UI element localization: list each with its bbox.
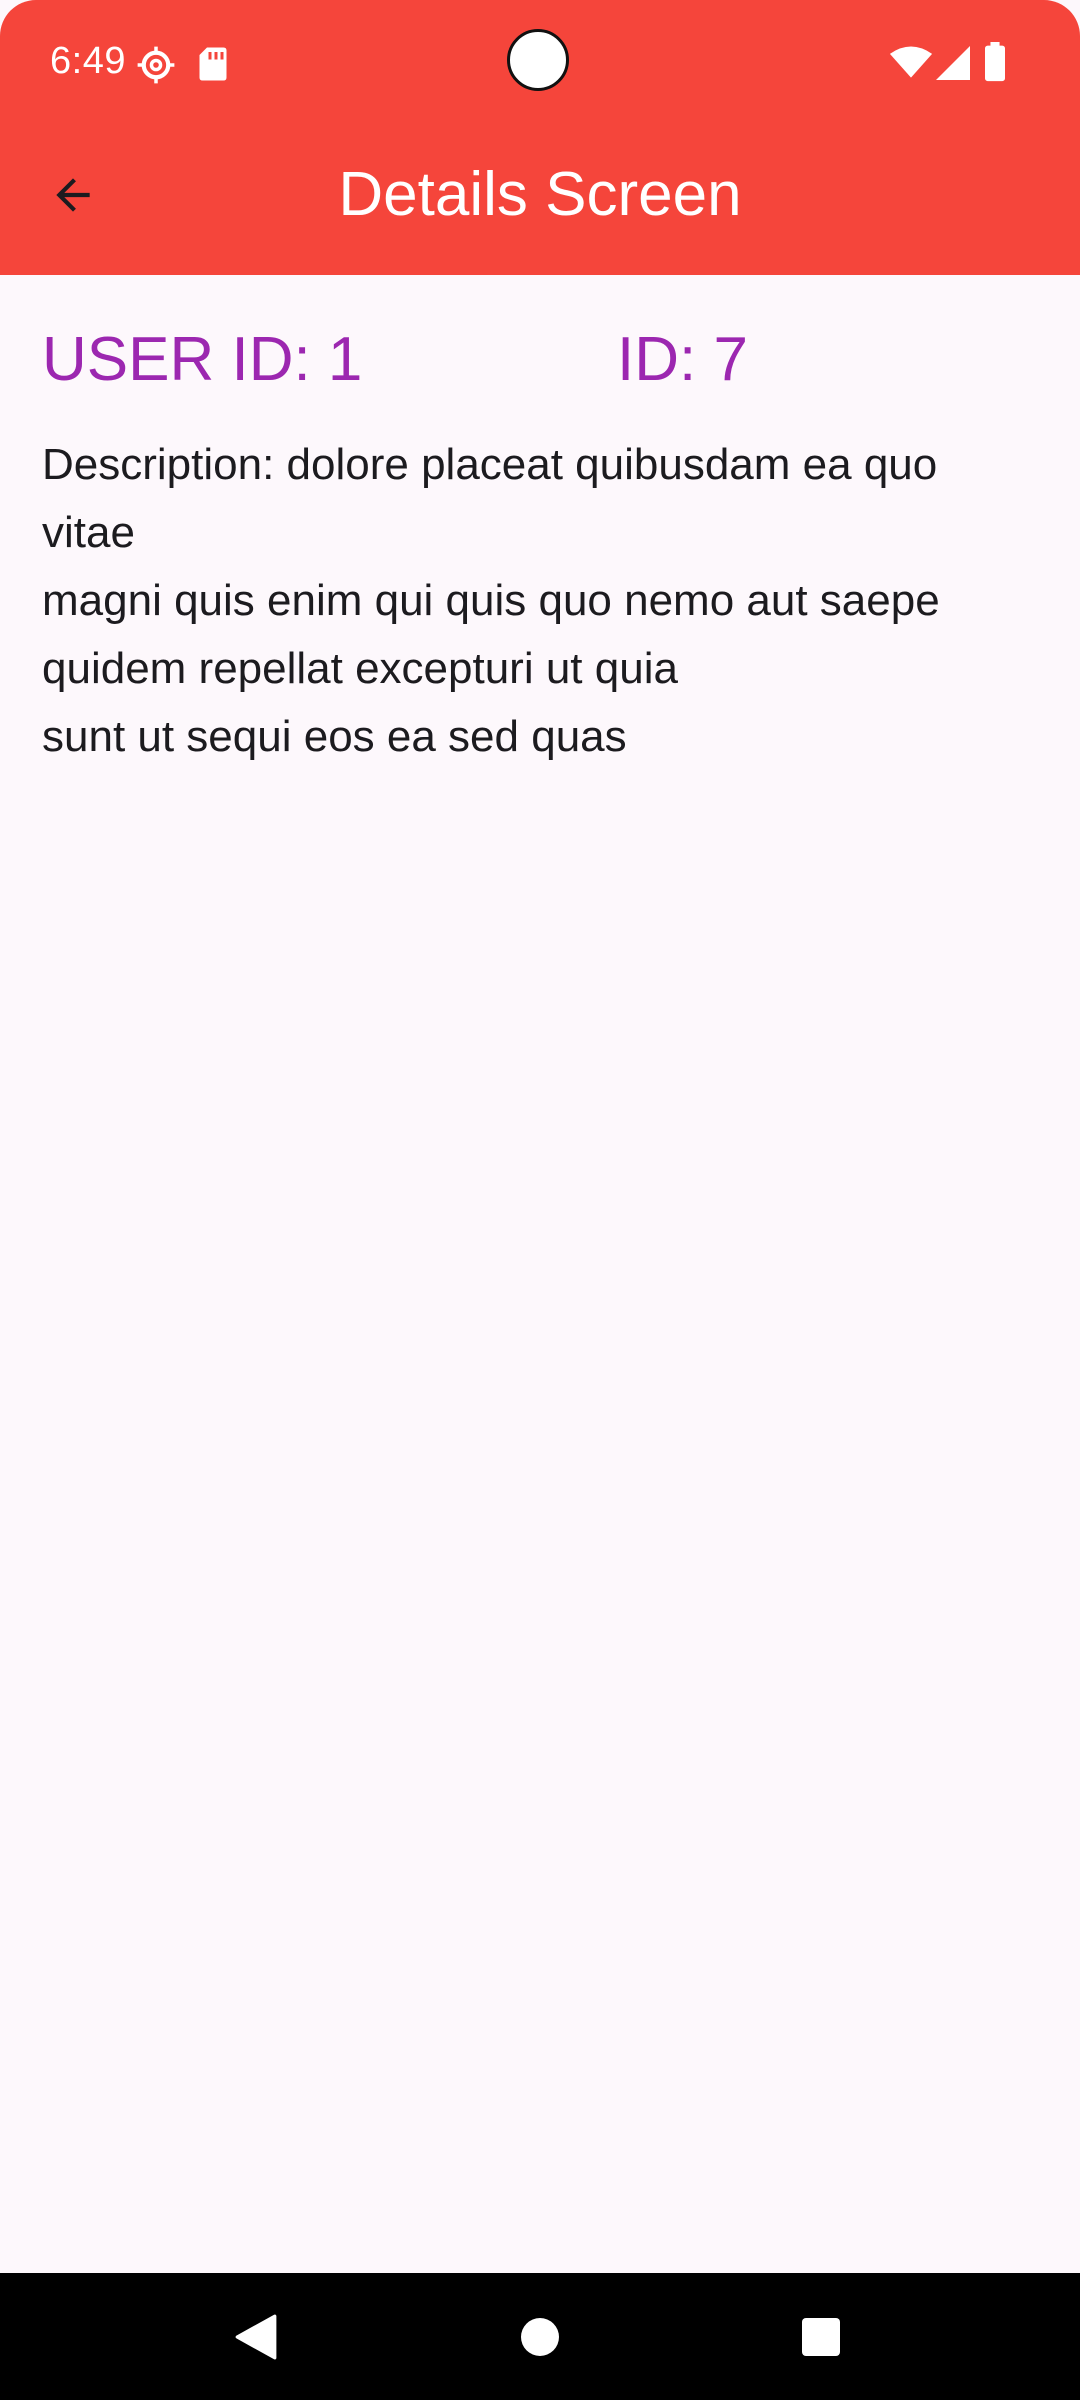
system-nav-bar xyxy=(0,2273,1080,2400)
post-id-label: ID: 7 xyxy=(617,325,748,394)
user-id-label: USER ID: 1 xyxy=(42,325,363,394)
description-line: sunt ut sequi eos ea sed quas xyxy=(42,712,627,761)
status-bar: 6:49 xyxy=(0,0,1080,128)
status-time: 6:49 xyxy=(50,40,126,82)
cellular-signal-icon xyxy=(936,46,970,80)
sd-card-icon xyxy=(199,47,227,81)
details-screen: 6:49 Details Screen USER ID: 1 ID: 7 Des… xyxy=(0,0,1080,2400)
details-content: USER ID: 1 ID: 7 Description: dolore pla… xyxy=(42,275,1042,771)
wifi-icon xyxy=(889,46,933,78)
nav-home-button[interactable] xyxy=(498,2295,582,2379)
top-bar-background: 6:49 Details Screen xyxy=(0,0,1080,275)
description-line: vitae xyxy=(42,508,135,557)
description-line: magni quis enim qui quis quo nemo aut sa… xyxy=(42,576,940,625)
app-bar: Details Screen xyxy=(0,128,1080,275)
description-text: Description: dolore placeat quibusdam ea… xyxy=(42,431,1042,771)
back-triangle-icon xyxy=(235,2314,277,2360)
settings-gear-icon xyxy=(137,46,175,84)
nav-back-button[interactable] xyxy=(214,2295,298,2379)
home-circle-icon xyxy=(521,2318,559,2356)
nav-recents-button[interactable] xyxy=(779,2295,863,2379)
description-line: quidem repellat excepturi ut quia xyxy=(42,644,678,693)
camera-cutout xyxy=(507,29,569,91)
page-title: Details Screen xyxy=(338,160,742,229)
recents-square-icon xyxy=(802,2318,840,2356)
id-row: USER ID: 1 ID: 7 xyxy=(42,275,1042,445)
battery-icon xyxy=(985,42,1005,82)
